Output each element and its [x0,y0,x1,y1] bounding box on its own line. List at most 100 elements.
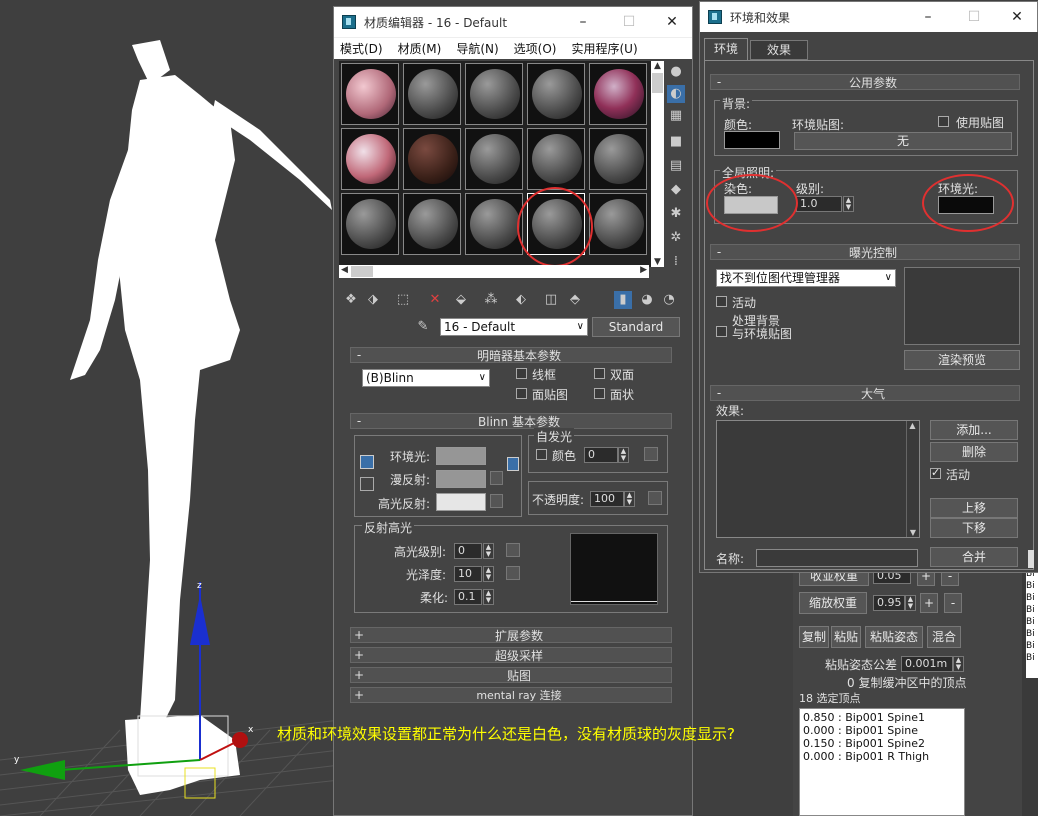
wire-checkbox[interactable] [516,368,527,379]
shader-dropdown[interactable]: (B)Blinn ∨ [362,369,490,387]
sample-uv-icon[interactable]: ■ [667,133,685,151]
scale-weight-button[interactable]: 缩放权重 [799,592,867,614]
backlight-icon[interactable]: ◐ [667,85,685,103]
add-effect-button[interactable]: 添加... [930,420,1018,440]
blend-button[interactable]: 混合 [927,626,961,648]
sample-slot[interactable] [341,128,399,190]
menu-utilities[interactable]: 实用程序(U) [571,40,637,57]
atmosphere-header[interactable]: - 大气 [710,385,1020,401]
menu-navigation[interactable]: 导航(N) [456,40,498,57]
paste-button[interactable]: 粘贴 [831,626,861,648]
extended-params-rollout[interactable]: + 扩展参数 [350,627,672,643]
close-icon[interactable]: ✕ [652,14,692,30]
scale-weight-value[interactable]: 0.95 [873,595,905,611]
move-down-button[interactable]: 下移 [930,518,1018,538]
menu-options[interactable]: 选项(O) [514,40,557,57]
put-to-library-icon[interactable]: ⬖ [512,291,530,309]
self-illum-map-button[interactable] [644,447,658,461]
sample-slot[interactable] [589,193,647,255]
lock-icon[interactable] [507,457,519,471]
menu-mode[interactable]: 模式(D) [340,40,383,57]
sample-slot[interactable] [589,128,647,190]
slots-horizontal-scrollbar[interactable]: ◀ ▶ [339,265,649,278]
make-unique-icon[interactable]: ⁂ [482,291,500,309]
environment-titlebar[interactable]: 环境和效果 – ☐ ✕ [700,2,1037,32]
sample-slot[interactable] [403,193,461,255]
list-item[interactable]: 0.850 : Bip001 Spine1 [803,711,961,724]
go-to-parent-icon[interactable]: ◕ [638,291,656,309]
lock-diffuse-specular-icon[interactable] [360,477,374,491]
self-illum-value[interactable]: 0 [584,447,618,463]
sample-slot[interactable] [465,63,523,125]
common-params-header[interactable]: - 公用参数 [710,74,1020,90]
shader-rollout-header[interactable]: - 明暗器基本参数 [350,347,672,363]
diffuse-map-button[interactable] [490,471,503,485]
spec-level-spinner[interactable]: ▲ ▼ [483,543,494,559]
effect-name-field[interactable] [756,549,918,567]
tolerance-value[interactable]: 0.001m [901,656,953,672]
show-map-icon[interactable]: ⬘ [566,291,584,309]
get-material-icon[interactable]: ❖ [342,291,360,309]
ambient-swatch[interactable] [436,447,486,465]
mental-ray-rollout[interactable]: + mental ray 连接 [350,687,672,703]
close-icon[interactable]: ✕ [997,9,1037,25]
put-to-scene-icon[interactable]: ⬗ [364,291,382,309]
level-value[interactable]: 1.0 [796,196,842,212]
material-map-navigator-icon[interactable]: ⁞ [667,253,685,271]
minimize-icon[interactable]: – [905,9,951,25]
assign-to-selection-icon[interactable]: ⬚ [394,291,412,309]
maximize-icon[interactable]: ☐ [951,9,997,25]
tab-environment[interactable]: 环境 [704,38,748,60]
menu-material[interactable]: 材质(M) [398,40,442,57]
exposure-active-checkbox[interactable] [716,296,727,307]
opacity-spinner[interactable]: ▲ ▼ [624,491,635,507]
blinn-rollout-header[interactable]: - Blinn 基本参数 [350,413,672,429]
sample-slot[interactable] [341,193,399,255]
scale-plus-button[interactable]: + [920,593,938,613]
reset-icon[interactable]: ✕ [426,291,444,309]
tab-effects[interactable]: 效果 [750,40,808,60]
supersampling-rollout[interactable]: + 超级采样 [350,647,672,663]
video-color-icon[interactable]: ▤ [667,157,685,175]
show-end-result-icon[interactable]: ▮ [614,291,632,309]
spec-level-value[interactable]: 0 [454,543,482,559]
material-id-icon[interactable]: ◫ [542,291,560,309]
tolerance-spinner[interactable]: ▲ ▼ [953,656,964,672]
level-spinner[interactable]: ▲ ▼ [843,196,854,212]
self-illum-color-checkbox[interactable] [536,449,547,460]
two-sided-checkbox[interactable] [594,368,605,379]
list-item[interactable]: 0.000 : Bip001 Spine [803,724,961,737]
list-item[interactable]: 0.000 : Bip001 R Thigh [803,750,961,763]
sample-slot[interactable] [341,63,399,125]
render-preview-button[interactable]: 渲染预览 [904,350,1020,370]
sample-slot[interactable] [403,63,461,125]
scale-weight-spinner[interactable]: ▲ ▼ [905,595,916,611]
bone-list-partial[interactable]: Bi Bi Bi Bi Bi Bi Bi Bi [1026,568,1038,678]
atmosphere-active-checkbox[interactable] [930,466,941,479]
sample-slot[interactable] [527,128,585,190]
sample-slot[interactable] [465,128,523,190]
select-by-material-icon[interactable]: ✲ [667,229,685,247]
sample-slot[interactable] [527,63,585,125]
delete-effect-button[interactable]: 删除 [930,442,1018,462]
glossiness-spinner[interactable]: ▲ ▼ [483,566,494,582]
glossiness-value[interactable]: 10 [454,566,482,582]
process-bg-checkbox[interactable] [716,326,727,337]
sample-slot[interactable] [589,63,647,125]
slots-vertical-scrollbar[interactable]: ▲ ▼ [651,61,664,267]
copy-button[interactable]: 复制 [799,626,829,648]
sample-type-icon[interactable]: ● [667,63,685,81]
minimize-icon[interactable]: – [560,14,606,30]
sample-slot[interactable] [465,193,523,255]
options-icon[interactable]: ✱ [667,205,685,223]
merge-button[interactable]: 合并 [930,547,1018,567]
maps-rollout[interactable]: + 贴图 [350,667,672,683]
exposure-header[interactable]: - 曝光控制 [710,244,1020,260]
scale-minus-button[interactable]: - [944,593,962,613]
self-illum-spinner[interactable]: ▲ ▼ [618,447,629,463]
opacity-map-button[interactable] [648,491,662,505]
specular-swatch[interactable] [436,493,486,511]
effects-list[interactable]: ▲ ▼ [716,420,920,538]
exposure-dropdown[interactable]: 找不到位图代理管理器 ∨ [716,269,896,287]
material-editor-titlebar[interactable]: 材质编辑器 - 16 - Default – ☐ ✕ [334,7,692,37]
